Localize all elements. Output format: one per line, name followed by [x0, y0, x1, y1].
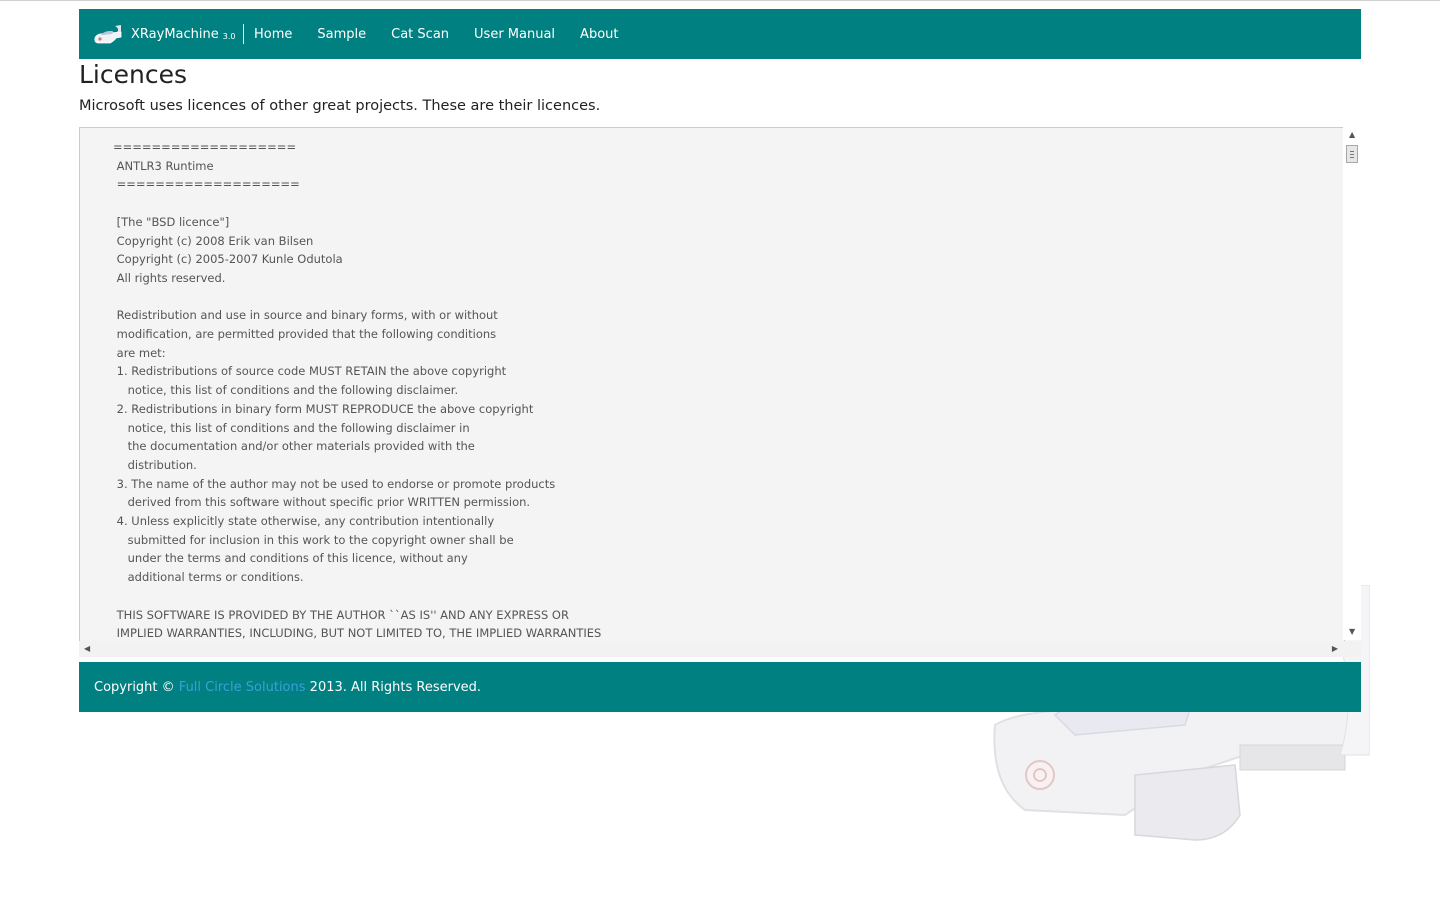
licence-line: notice, this list of conditions and the …	[113, 383, 459, 398]
licence-line: are met:	[113, 345, 166, 360]
brand-version: 3.0	[222, 31, 236, 41]
licence-line: All rights reserved.	[113, 270, 226, 285]
licence-line: Copyright (c) 2005-2007 Kunle Odutola	[113, 252, 343, 267]
footer-copyright: Copyright © Full Circle Solutions 2013. …	[94, 680, 481, 695]
licence-text: =================== ANTLR3 Runtime =====…	[113, 138, 602, 641]
nav-link-sample[interactable]: Sample	[317, 27, 366, 42]
licence-line: ANTLR3 Runtime	[113, 158, 214, 173]
nav-links: Home Sample Cat Scan User Manual About	[254, 9, 643, 59]
scroll-left-arrow-icon[interactable]: ◀	[84, 645, 90, 653]
nav-link-cat-scan[interactable]: Cat Scan	[391, 27, 449, 42]
licence-line: 2. Redistributions in binary form MUST R…	[113, 401, 534, 416]
nav-link-user-manual[interactable]: User Manual	[474, 27, 555, 42]
licence-line: IMPLIED WARRANTIES, INCLUDING, BUT NOT L…	[113, 626, 602, 641]
footer-suffix: 2013. All Rights Reserved.	[309, 679, 482, 695]
licence-line: 1. Redistributions of source code MUST R…	[113, 364, 507, 379]
licence-line: submitted for inclusion in this work to …	[113, 532, 514, 547]
nav-link-home[interactable]: Home	[254, 27, 292, 42]
footer-prefix: Copyright ©	[94, 679, 175, 695]
scroll-up-arrow-icon[interactable]: ▲	[1349, 131, 1355, 139]
top-border	[0, 0, 1440, 1]
scroll-down-arrow-icon[interactable]: ▼	[1349, 628, 1355, 636]
licence-line: modification, are permitted provided tha…	[113, 327, 497, 342]
licence-line: under the terms and conditions of this l…	[113, 551, 468, 566]
scroll-right-arrow-icon[interactable]: ▶	[1332, 645, 1338, 653]
nav-link-about[interactable]: About	[580, 27, 618, 42]
xray-machine-logo-icon	[94, 25, 122, 44]
licence-line: distribution.	[113, 457, 197, 472]
scrollbar-corner	[1343, 641, 1361, 657]
horizontal-scrollbar[interactable]: ◀ ▶	[79, 641, 1343, 657]
page-intro: Microsoft uses licences of other great p…	[79, 98, 601, 114]
page-title: Licences	[79, 60, 187, 89]
licence-line: ===================	[113, 140, 297, 154]
licence-line: derived from this software without speci…	[113, 495, 531, 510]
licence-line: additional terms or conditions.	[113, 570, 304, 585]
licence-line: 3. The name of the author may not be use…	[113, 476, 556, 491]
licence-line: Copyright (c) 2008 Erik van Bilsen	[113, 233, 314, 248]
brand-divider	[243, 24, 244, 44]
brand[interactable]: XRayMachine 3.0	[93, 9, 235, 59]
top-navbar: XRayMachine 3.0 Home Sample Cat Scan Use…	[79, 9, 1361, 59]
vertical-scrollbar[interactable]: ▲ ▼	[1343, 127, 1361, 640]
licence-line: ===================	[113, 177, 300, 192]
footer-company-link[interactable]: Full Circle Solutions	[179, 680, 306, 695]
licence-line: Redistribution and use in source and bin…	[113, 308, 498, 323]
footer: Copyright © Full Circle Solutions 2013. …	[79, 662, 1361, 712]
licence-line: THIS SOFTWARE IS PROVIDED BY THE AUTHOR …	[113, 607, 569, 622]
brand-name: XRayMachine	[131, 26, 219, 42]
licence-line: 4. Unless explicitly state otherwise, an…	[113, 514, 495, 529]
licence-line: notice, this list of conditions and the …	[113, 420, 470, 435]
licence-line: the documentation and/or other materials…	[113, 439, 475, 454]
licence-line: [The "BSD licence"]	[113, 214, 230, 229]
vertical-scroll-thumb[interactable]	[1346, 145, 1358, 163]
licence-textbox[interactable]: =================== ANTLR3 Runtime =====…	[79, 127, 1345, 642]
